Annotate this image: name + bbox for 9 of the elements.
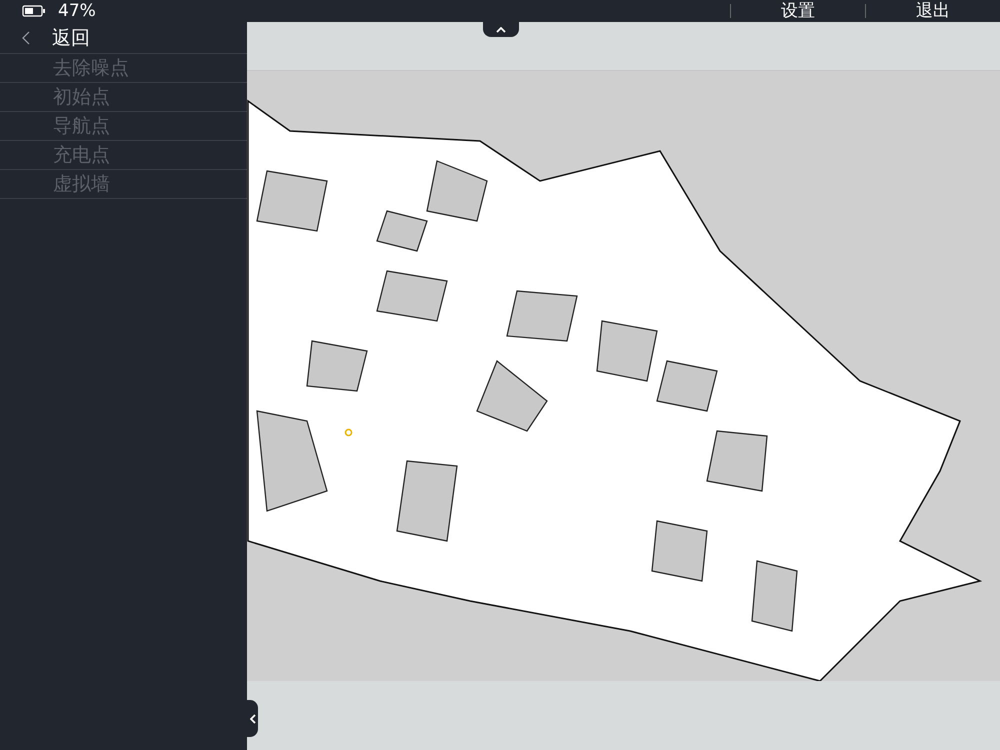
collapse-handle[interactable]: [483, 22, 519, 37]
top-menu-button[interactable]: 退出: [866, 0, 1000, 22]
battery-icon: [22, 5, 46, 17]
robot-marker-icon: [344, 428, 353, 437]
top-menu-button[interactable]: 设置: [731, 0, 865, 22]
back-chevron-icon[interactable]: [22, 30, 30, 44]
back-button[interactable]: 返回: [52, 24, 90, 50]
battery-percentage: 47%: [58, 1, 96, 21]
expand-handle[interactable]: [247, 700, 258, 737]
